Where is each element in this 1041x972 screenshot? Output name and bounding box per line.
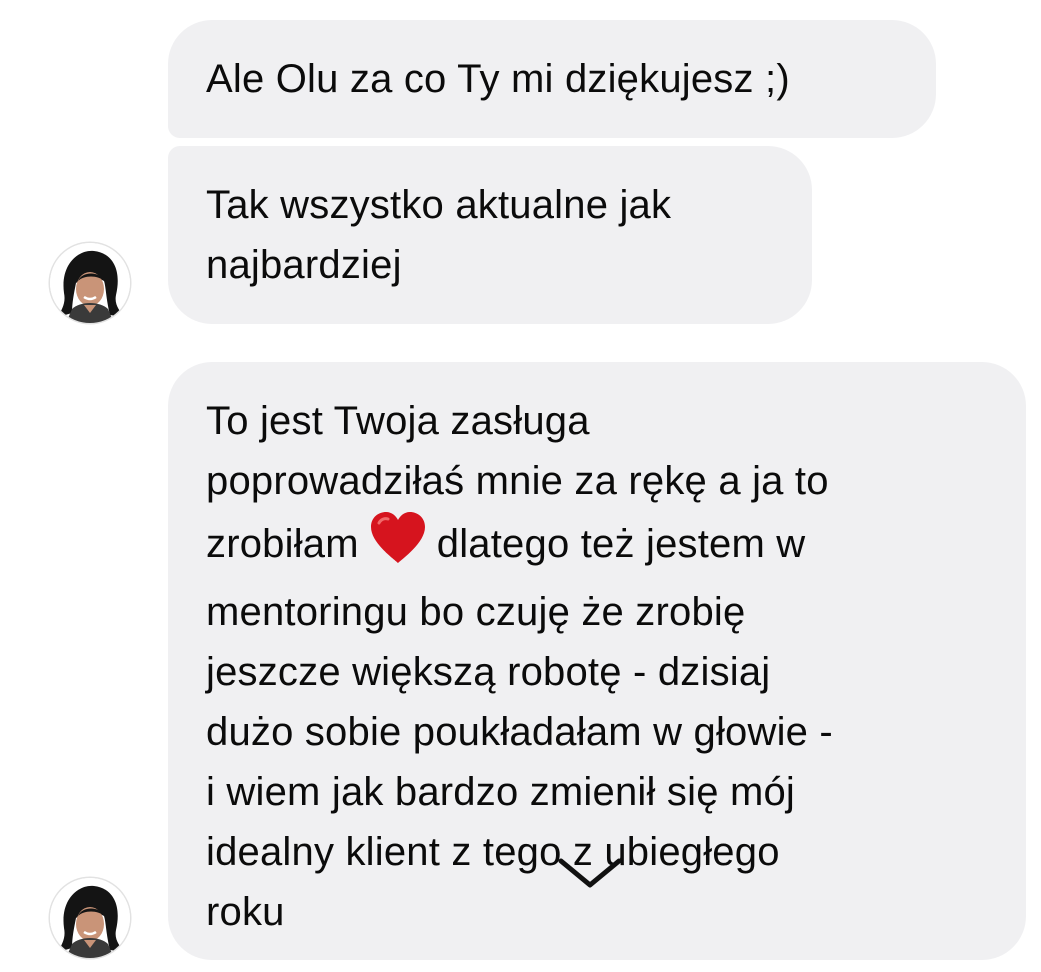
message-text: jeszcze większą robotę - dzisiaj [206, 650, 771, 694]
message-text: zrobiłam [206, 522, 359, 566]
avatar-photo [50, 243, 130, 323]
avatar[interactable] [50, 878, 130, 958]
message-text: dlatego też jestem w [436, 522, 806, 566]
message-text: dużo sobie poukładałam w głowie - [206, 710, 833, 754]
avatar[interactable] [50, 243, 130, 323]
heart-icon [369, 511, 427, 582]
avatar-photo [50, 878, 130, 958]
message-text: To jest Twoja zasługa [206, 399, 590, 443]
message-text: poprowadziłaś mnie za rękę a ja to [206, 459, 829, 503]
message-bubble[interactable]: Tak wszystko aktualne jak najbardziej [168, 146, 812, 324]
message-text: Tak wszystko aktualne jak [206, 183, 672, 227]
chevron-down-icon[interactable] [555, 855, 625, 891]
message-text: mentoringu bo czuję że zrobię [206, 590, 746, 634]
message-text-with-emoji: zrobiłam dlatego też jestem w [206, 511, 1026, 582]
message-text: Ale Olu za co Ty mi dziękujesz ;) [206, 57, 790, 101]
message-text: i wiem jak bardzo zmienił się mój [206, 770, 796, 814]
message-text: najbardziej [206, 243, 402, 287]
message-bubble[interactable]: Ale Olu za co Ty mi dziękujesz ;) [168, 20, 936, 138]
